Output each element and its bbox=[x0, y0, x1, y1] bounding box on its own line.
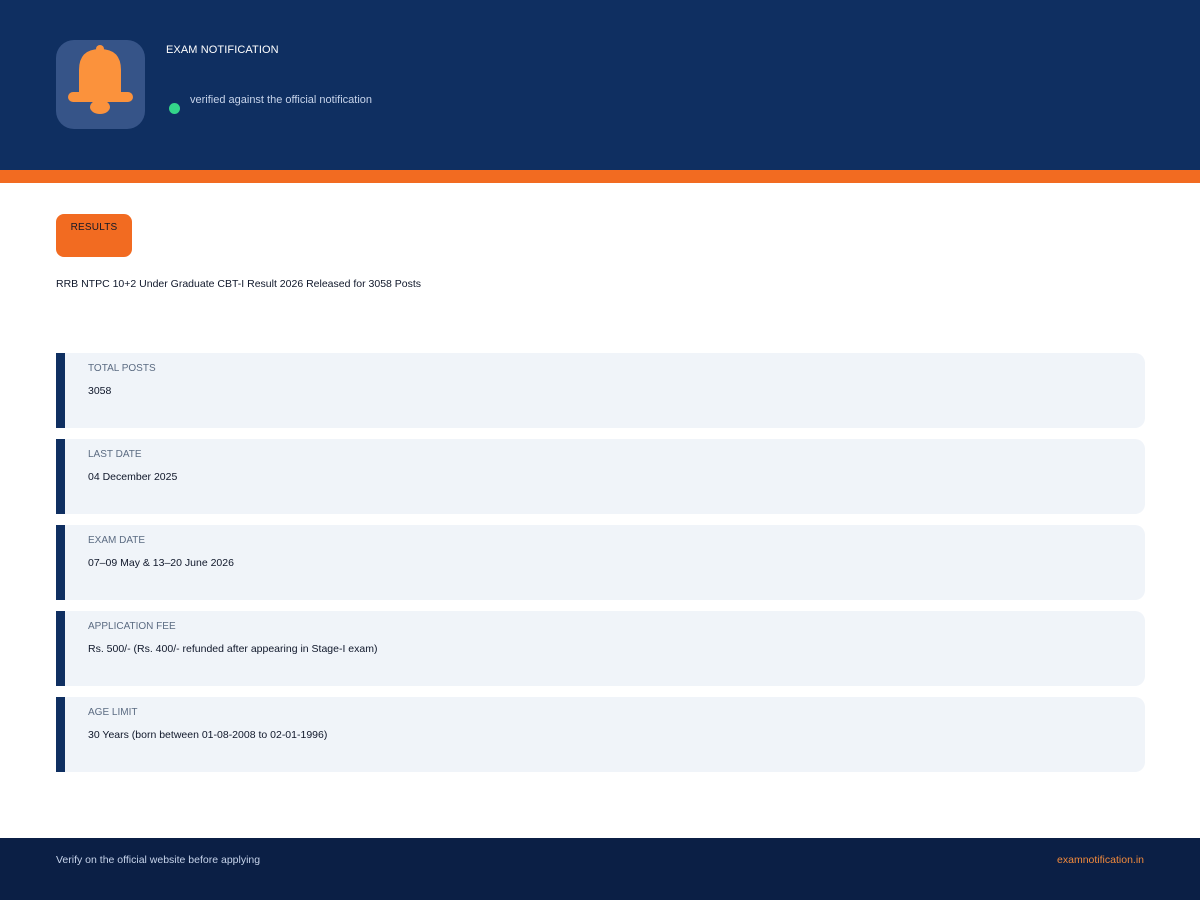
page-header: EXAM NOTIFICATION verified against the o… bbox=[0, 0, 1200, 170]
info-card-total-posts: TOTAL POSTS 3058 bbox=[56, 353, 1145, 428]
card-accent-bar bbox=[56, 611, 65, 686]
info-card-last-date: LAST DATE 04 December 2025 bbox=[56, 439, 1145, 514]
footer-disclaimer: Verify on the official website before ap… bbox=[56, 854, 261, 866]
accent-divider bbox=[0, 170, 1200, 183]
card-value: Rs. 500/- (Rs. 400/- refunded after appe… bbox=[88, 643, 378, 655]
card-accent-bar bbox=[56, 439, 65, 514]
verified-status-dot bbox=[169, 103, 180, 114]
card-label: LAST DATE bbox=[88, 449, 142, 460]
card-value: 30 Years (born between 01-08-2008 to 02-… bbox=[88, 729, 328, 741]
card-label: EXAM DATE bbox=[88, 535, 146, 546]
card-accent-bar bbox=[56, 525, 65, 600]
app-logo bbox=[56, 40, 145, 129]
info-card-exam-date: EXAM DATE 07–09 May & 13–20 June 2026 bbox=[56, 525, 1145, 600]
info-card-application-fee: APPLICATION FEE Rs. 500/- (Rs. 400/- ref… bbox=[56, 611, 1145, 686]
bell-icon bbox=[68, 45, 133, 114]
card-label: TOTAL POSTS bbox=[88, 363, 156, 374]
card-value: 3058 bbox=[88, 385, 112, 397]
card-value: 07–09 May & 13–20 June 2026 bbox=[88, 557, 234, 569]
info-card-age-limit: AGE LIMIT 30 Years (born between 01-08-2… bbox=[56, 697, 1145, 772]
card-value: 04 December 2025 bbox=[88, 471, 178, 483]
card-accent-bar bbox=[56, 697, 65, 772]
footer-site-link[interactable]: examnotification.in bbox=[1057, 854, 1144, 866]
category-badge[interactable]: RESULTS bbox=[56, 214, 132, 257]
verified-status-text: verified against the official notificati… bbox=[190, 94, 373, 106]
card-accent-bar bbox=[56, 353, 65, 428]
page-footer: Verify on the official website before ap… bbox=[0, 838, 1200, 900]
card-label: APPLICATION FEE bbox=[88, 621, 176, 632]
card-label: AGE LIMIT bbox=[88, 707, 138, 718]
header-label: EXAM NOTIFICATION bbox=[166, 44, 279, 56]
page-title: RRB NTPC 10+2 Under Graduate CBT-I Resul… bbox=[56, 278, 422, 290]
